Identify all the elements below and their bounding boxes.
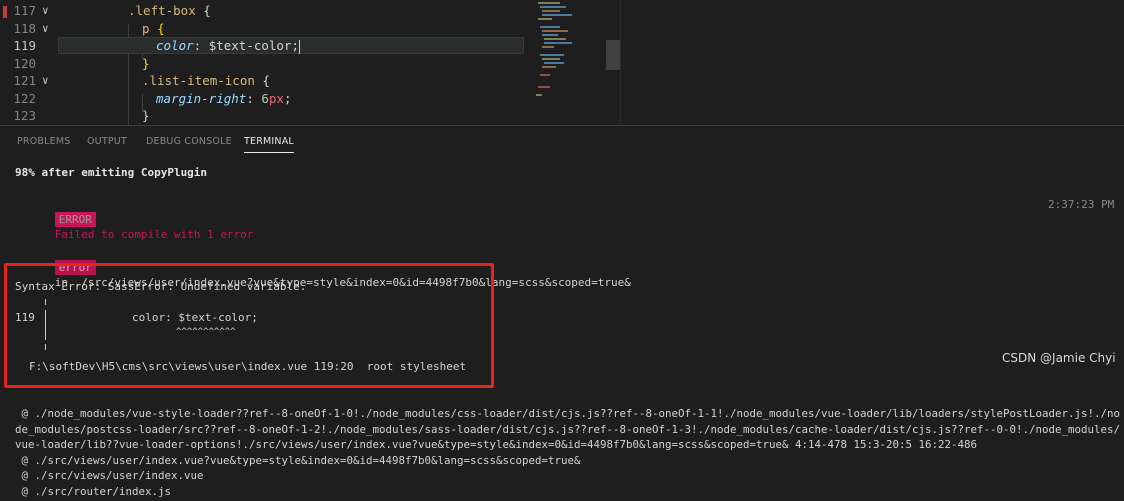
editor-scrollbar-thumb[interactable] xyxy=(606,40,620,70)
snippet-bar xyxy=(45,344,46,350)
error-message: Failed to compile with 1 error xyxy=(54,228,254,241)
code-text[interactable]: .left-box { xyxy=(128,2,211,20)
trace-line: de_modules/postcss-loader/src??ref--8-on… xyxy=(15,422,1121,436)
line-number: 118 xyxy=(13,20,36,36)
fold-chevron-icon[interactable]: ∨ xyxy=(42,2,49,20)
code-text[interactable]: } xyxy=(142,107,150,125)
trace-line: @ ./src/views/user/index.vue?vue&type=st… xyxy=(15,453,581,467)
code-text[interactable]: color: $text-color; xyxy=(156,37,301,55)
line-number: 120 xyxy=(13,55,36,71)
code-line[interactable]: 119 color: $text-color; xyxy=(0,37,620,55)
bottom-panel: PROBLEMS OUTPUT DEBUG CONSOLE TERMINAL 9… xyxy=(0,125,1124,501)
code-line[interactable]: 121 ∨ .list-item-icon { xyxy=(0,72,620,90)
minimap[interactable] xyxy=(530,0,612,100)
terminal-output[interactable]: 98% after emitting CopyPlugin ERROR Fail… xyxy=(0,126,1124,501)
code-text[interactable]: p { xyxy=(142,20,165,38)
error-badge: ERROR xyxy=(54,212,96,227)
fold-chevron-icon[interactable]: ∨ xyxy=(42,20,49,38)
line-number: 119 xyxy=(13,38,36,53)
file-reference: F:\softDev\H5\cms\src\views\user\index.v… xyxy=(29,360,467,373)
progress-text: 98% after emitting CopyPlugin xyxy=(15,166,208,179)
trace-line: vue-loader/lib??vue-loader-options!./src… xyxy=(15,438,978,451)
code-editor[interactable]: 117 ∨ .left-box { 118 ∨ p { 119 color: $text-co… xyxy=(0,0,1124,125)
code-text[interactable]: .list-item-icon { xyxy=(142,72,270,90)
snippet-carets: ^^^^^^^^^^^ xyxy=(176,327,236,337)
watermark: CSDN @Jamie Chyi xyxy=(1002,351,1116,365)
code-text[interactable]: margin-right: 6px; xyxy=(156,90,292,108)
code-line[interactable]: 117 ∨ .left-box { xyxy=(0,2,620,20)
line-number: 122 xyxy=(13,90,36,106)
code-line[interactable]: 118 ∨ p { xyxy=(0,20,620,38)
code-text[interactable]: } xyxy=(142,55,150,73)
snippet-line-number: 119 xyxy=(15,311,35,324)
snippet-code: color: $text-color; xyxy=(132,311,258,324)
editor-divider xyxy=(620,0,621,125)
snippet-bar xyxy=(45,299,46,305)
code-line[interactable]: 123} xyxy=(0,107,620,125)
trace-line: @ ./src/views/user/index.vue xyxy=(15,469,204,482)
line-number: 123 xyxy=(13,108,36,123)
line-number: 121 xyxy=(13,73,36,88)
snippet-bar xyxy=(45,310,46,340)
text-cursor xyxy=(299,39,301,54)
line-number: 117 xyxy=(13,3,36,18)
code-line[interactable]: 122 margin-right: 6px; xyxy=(0,90,620,108)
trace-line: @ ./src/router/index.js xyxy=(15,484,172,498)
syntax-error: Syntax Error: SassError: Undefined varia… xyxy=(15,280,307,293)
code-line[interactable]: 120} xyxy=(0,55,620,73)
fold-chevron-icon[interactable]: ∨ xyxy=(42,72,49,90)
trace-line: @ ./node_modules/vue-style-loader??ref--… xyxy=(15,407,1121,420)
timestamp: 2:37:23 PM xyxy=(1048,198,1115,211)
